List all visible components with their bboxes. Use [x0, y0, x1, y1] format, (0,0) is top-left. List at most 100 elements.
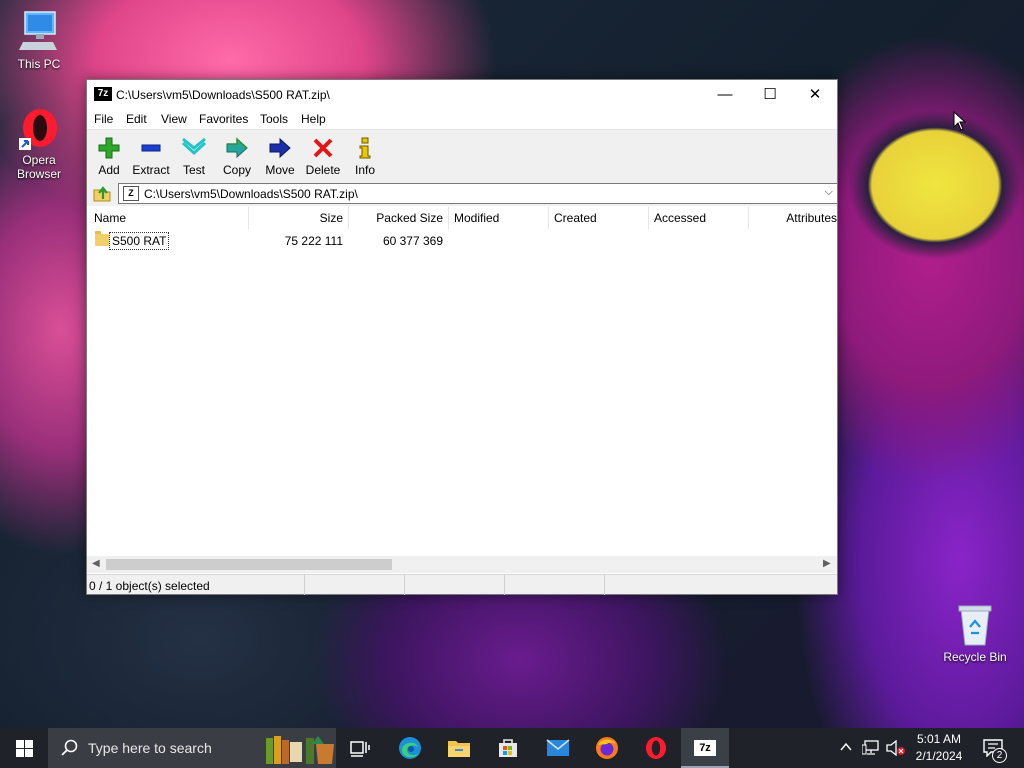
scrollbar-thumb[interactable] [106, 559, 392, 570]
opera-icon [19, 109, 57, 150]
desktop-icon-label: This PC [17, 57, 61, 71]
column-header-created[interactable]: Created [549, 207, 649, 229]
address-combobox[interactable]: Z C:\Users\vm5\Downloads\S500 RAT.zip\ ⌵ [118, 183, 838, 204]
folder-up-icon[interactable] [92, 184, 112, 202]
file-list[interactable]: Name Size Packed Size Modified Created A… [87, 207, 837, 556]
store-taskbar-button[interactable] [484, 728, 532, 768]
close-button[interactable]: ✕ [792, 80, 838, 109]
mail-icon [546, 739, 570, 756]
volume-muted-icon[interactable] [886, 740, 906, 756]
windows-logo-icon [16, 740, 33, 757]
store-icon [499, 739, 517, 757]
address-bar: Z C:\Users\vm5\Downloads\S500 RAT.zip\ ⌵ [87, 181, 838, 206]
menu-tools[interactable]: Tools [260, 112, 288, 126]
column-header-size[interactable]: Size [249, 207, 349, 229]
minimize-button[interactable]: — [702, 80, 748, 109]
search-highlight-books-icon [266, 736, 334, 764]
menu-bar: File Edit View Favorites Tools Help [87, 109, 837, 129]
extract-icon [141, 144, 161, 152]
mail-taskbar-button[interactable] [534, 728, 582, 768]
toolbar: Add Extract Test Copy Move Delete Info [87, 129, 837, 181]
mouse-cursor-icon [953, 111, 967, 131]
opera-icon [646, 737, 666, 759]
desktop-icon-opera[interactable]: Opera Browser [1, 108, 77, 181]
window-title: C:\Users\vm5\Downloads\S500 RAT.zip\ [116, 88, 330, 102]
delete-label: Delete [305, 163, 341, 177]
clock-time[interactable]: 5:01 AM [908, 732, 970, 746]
copy-button[interactable]: Copy [221, 133, 253, 179]
info-label: Info [354, 163, 375, 177]
column-header-accessed[interactable]: Accessed [649, 207, 749, 229]
folder-icon [95, 231, 109, 246]
title-bar[interactable]: 7z C:\Users\vm5\Downloads\S500 RAT.zip\ … [87, 80, 837, 109]
taskbar-search[interactable]: Type here to search [48, 728, 336, 768]
column-header-name[interactable]: Name [87, 207, 249, 229]
add-button[interactable]: Add [91, 133, 127, 179]
file-size-cell: 75 222 111 [284, 234, 343, 248]
file-name-cell[interactable]: S500 RAT [109, 232, 170, 250]
taskbar: Type here to search 7z 5:01 AM 2/1/2024 … [0, 728, 1024, 768]
move-button[interactable]: Move [263, 133, 297, 179]
desktop-icon-this-pc[interactable]: This PC [1, 10, 77, 71]
column-header-modified[interactable]: Modified [449, 207, 549, 229]
move-icon [269, 137, 291, 159]
chevron-up-icon[interactable] [840, 742, 852, 752]
add-icon [98, 137, 120, 159]
copy-label: Copy [222, 163, 251, 177]
extract-button[interactable]: Extract [129, 133, 173, 179]
7zip-app-icon: 7z [94, 87, 112, 101]
start-button[interactable] [0, 728, 48, 768]
7zip-icon: 7z [694, 740, 716, 756]
table-row[interactable]: S500 RAT 75 222 111 60 377 369 [87, 231, 837, 251]
menu-favorites[interactable]: Favorites [199, 112, 248, 126]
file-explorer-taskbar-button[interactable] [434, 728, 482, 768]
task-view-icon [350, 741, 370, 757]
status-segment [505, 575, 605, 595]
column-header-packed-size[interactable]: Packed Size [349, 207, 449, 229]
delete-button[interactable]: Delete [304, 133, 342, 179]
notification-count-badge: 2 [992, 748, 1007, 763]
menu-file[interactable]: File [94, 112, 113, 126]
task-view-button[interactable] [336, 728, 384, 768]
menu-view[interactable]: View [161, 112, 187, 126]
add-label: Add [98, 163, 120, 177]
extract-label: Extract [132, 163, 170, 177]
status-bar: 0 / 1 object(s) selected [87, 574, 837, 595]
firefox-icon [596, 737, 618, 759]
delete-icon [313, 138, 333, 158]
menu-edit[interactable]: Edit [126, 112, 147, 126]
firefox-taskbar-button[interactable] [583, 728, 631, 768]
status-segment [305, 575, 405, 595]
test-icon [182, 137, 206, 156]
info-icon [359, 137, 371, 159]
scroll-right-icon[interactable]: ▶ [823, 558, 831, 569]
desktop-icon-label: Opera Browser [16, 153, 61, 181]
status-segment [405, 575, 505, 595]
address-path: C:\Users\vm5\Downloads\S500 RAT.zip\ [144, 187, 358, 201]
desktop-icon-recycle-bin[interactable]: Recycle Bin [937, 603, 1013, 664]
desktop-icon-label: Recycle Bin [943, 650, 1007, 664]
horizontal-scrollbar[interactable]: ◀ ▶ [87, 556, 837, 573]
opera-taskbar-button[interactable] [632, 728, 680, 768]
maximize-button[interactable]: ☐ [747, 80, 793, 109]
menu-help[interactable]: Help [301, 112, 326, 126]
network-icon[interactable] [862, 740, 880, 756]
edge-taskbar-button[interactable] [386, 728, 434, 768]
chevron-down-icon[interactable]: ⌵ [825, 186, 833, 199]
info-button[interactable]: Info [352, 133, 378, 179]
clock-date[interactable]: 2/1/2024 [908, 749, 970, 763]
column-header-attributes[interactable]: Attributes [749, 207, 837, 229]
recycle-bin-icon [958, 605, 992, 646]
search-icon [61, 739, 78, 756]
move-label: Move [265, 163, 295, 177]
status-selection: 0 / 1 object(s) selected [89, 579, 210, 593]
notification-center-button[interactable]: 2 [972, 728, 1020, 768]
file-packed-size-cell: 60 377 369 [382, 234, 443, 248]
scroll-left-icon[interactable]: ◀ [92, 558, 100, 569]
search-placeholder: Type here to search [88, 740, 212, 756]
7zip-taskbar-button[interactable]: 7z [681, 728, 729, 768]
this-pc-icon [19, 11, 57, 50]
7zip-window[interactable]: 7z C:\Users\vm5\Downloads\S500 RAT.zip\ … [86, 79, 838, 595]
test-button[interactable]: Test [179, 133, 209, 179]
status-segment: 0 / 1 object(s) selected [87, 575, 305, 595]
